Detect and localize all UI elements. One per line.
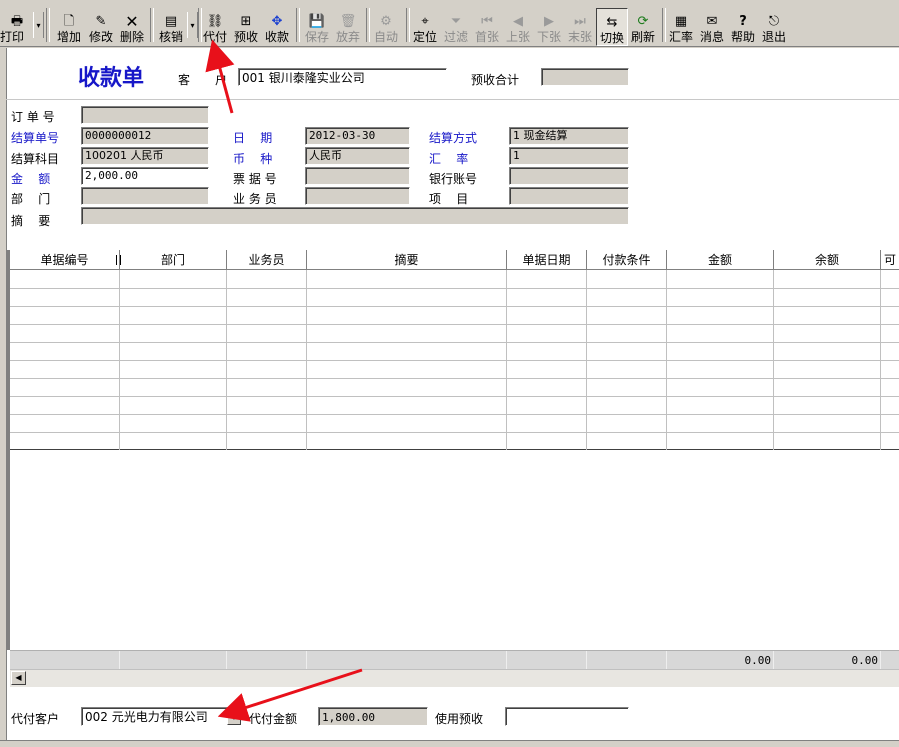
arrow-to-daifu-button xyxy=(205,39,235,114)
annotation-arrows xyxy=(205,39,363,722)
arrow-to-daifu-customer xyxy=(217,668,363,722)
